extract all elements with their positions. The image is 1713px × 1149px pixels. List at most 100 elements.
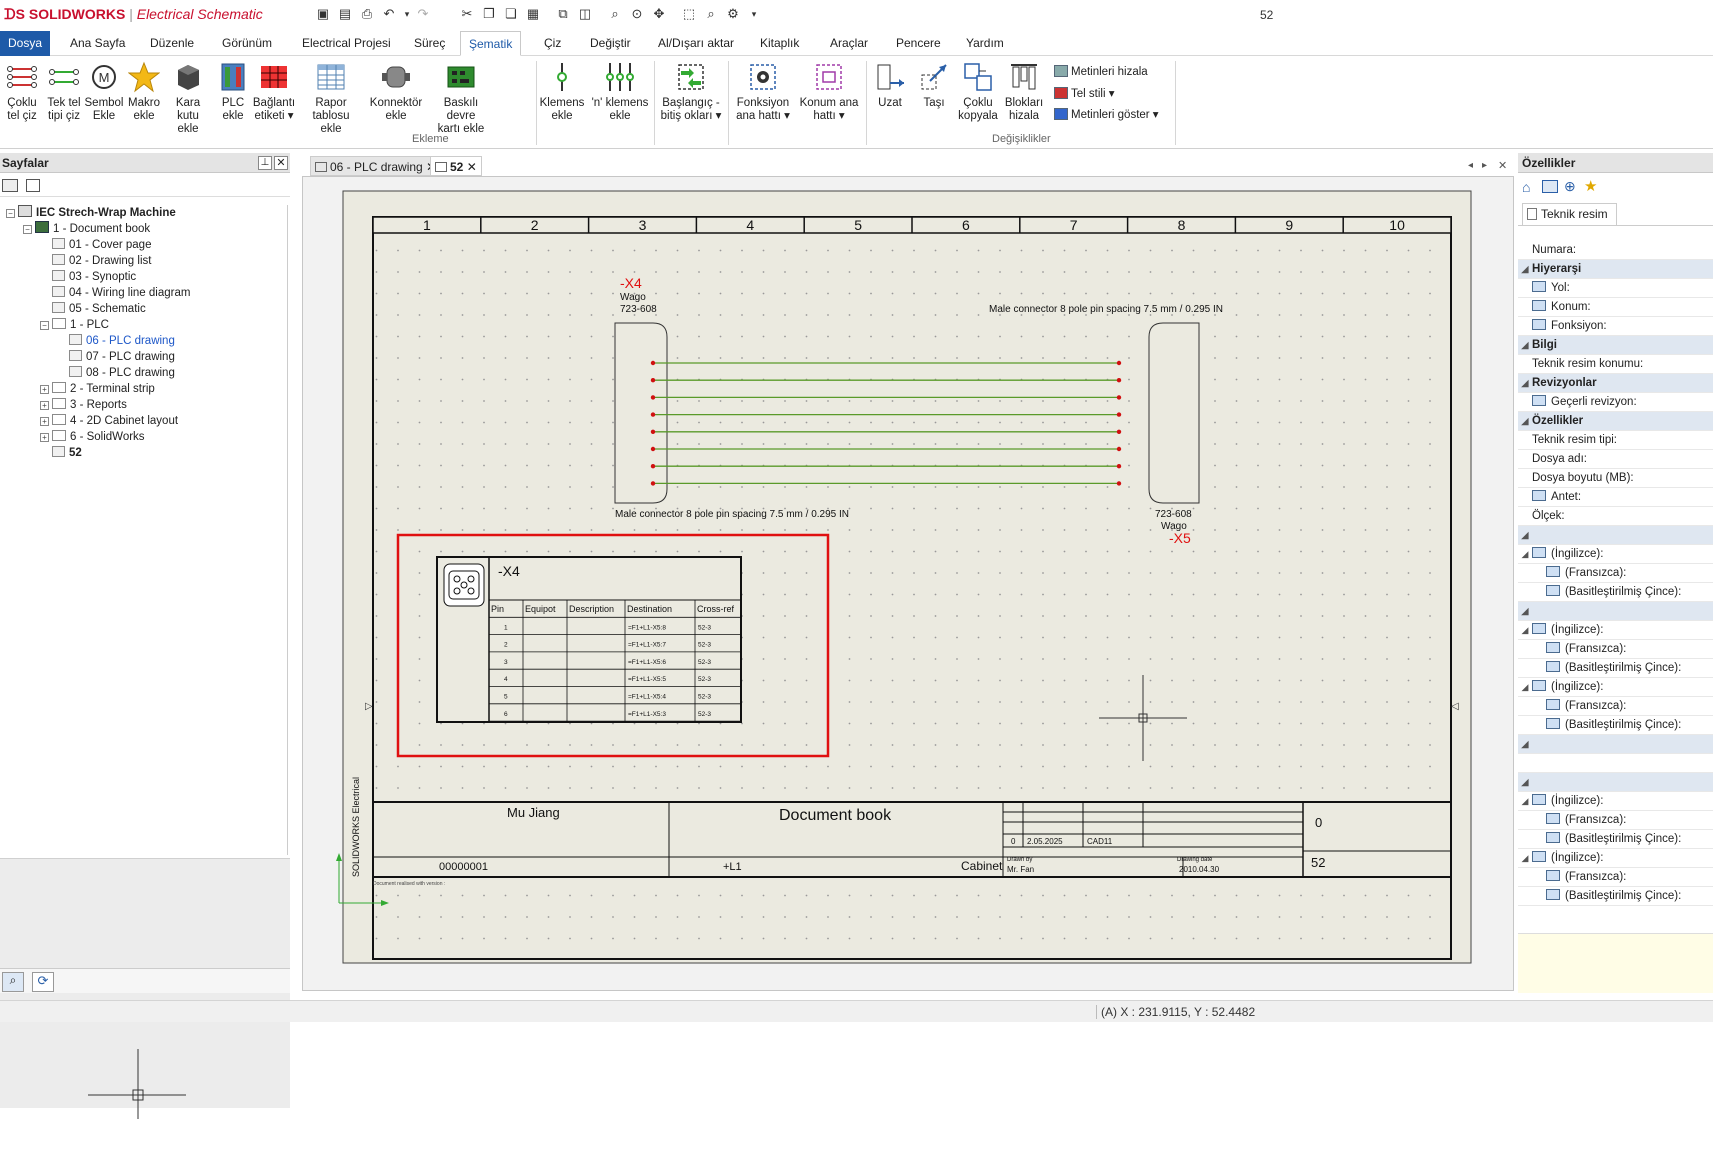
collapse-icon[interactable]: − <box>6 209 15 218</box>
collapse-arrow-icon[interactable]: ◢ <box>1518 526 1532 545</box>
menu-degistir[interactable]: Değiştir <box>582 31 639 56</box>
tree-item[interactable]: +6 - SolidWorks <box>40 429 145 445</box>
insert-connector-button[interactable]: Konnektör ekle <box>366 61 426 123</box>
connection-point[interactable] <box>1116 360 1122 366</box>
property-category[interactable]: ◢ Revizyonlar <box>1518 374 1713 393</box>
property-category[interactable]: ◢ <box>1518 773 1713 792</box>
collapse-arrow-icon[interactable]: ◢ <box>1518 602 1532 621</box>
connection-point[interactable] <box>1116 429 1122 434</box>
tab-scroll-left-icon[interactable]: ◂ <box>1464 156 1477 176</box>
tree-item[interactable]: 05 - Schematic <box>40 301 146 317</box>
properties-list-icon[interactable] <box>1542 180 1558 193</box>
settings-icon[interactable]: ⚙ <box>724 5 742 23</box>
property-row[interactable]: Antet: <box>1518 488 1713 507</box>
show-texts-button[interactable]: Metinleri göster ▾ <box>1054 107 1159 121</box>
insert-report-table-button[interactable]: Rapor tablosu ekle <box>296 61 366 136</box>
collapse-arrow-icon[interactable]: ◢ <box>1518 545 1532 564</box>
tree-item[interactable]: +4 - 2D Cabinet layout <box>40 413 178 429</box>
property-row[interactable]: ◢ (İngilizce): <box>1518 545 1713 564</box>
collapse-arrow-icon[interactable]: ◢ <box>1518 849 1532 868</box>
menu-duzenle[interactable]: Düzenle <box>142 31 202 56</box>
property-row[interactable]: Teknik resim konumu: <box>1518 355 1713 374</box>
connection-label-button[interactable]: Bağlantı etiketi ▾ <box>252 61 296 123</box>
property-row[interactable] <box>1518 754 1713 773</box>
menu-yardim[interactable]: Yardım <box>958 31 1012 56</box>
x5-tag[interactable]: -X5 <box>1169 530 1191 546</box>
collapse-icon[interactable]: − <box>40 321 49 330</box>
tree-item[interactable]: 04 - Wiring line diagram <box>40 285 190 301</box>
insert-pcb-button[interactable]: Baskılı devre kartı ekle <box>428 61 494 136</box>
property-row[interactable]: (Fransızca): <box>1518 868 1713 887</box>
property-row[interactable]: ◢ (İngilizce): <box>1518 678 1713 697</box>
property-row[interactable]: (Fransızca): <box>1518 564 1713 583</box>
expand-icon[interactable]: + <box>40 417 49 426</box>
collapse-arrow-icon[interactable]: ◢ <box>1518 678 1532 697</box>
menu-sematik[interactable]: Şematik <box>460 31 522 56</box>
align-texts-button[interactable]: Metinleri hizala <box>1054 65 1148 78</box>
search-icon[interactable]: ⌕ <box>702 5 720 23</box>
tree-item[interactable]: − 1 - PLC <box>40 317 109 333</box>
connection-point[interactable] <box>1116 378 1122 383</box>
x4-tag[interactable]: -X4 <box>620 275 642 291</box>
tree-item[interactable]: 08 - PLC drawing <box>57 365 175 381</box>
drawing-sheet[interactable]: 1 2 3 4 5 6 7 8 9 10 -X4 Wago 723-608 Male connec… <box>303 177 1513 990</box>
connector-table[interactable]: -X4 Pin Equipot Description Destination Cros… <box>436 556 742 723</box>
menu-ana-sayfa[interactable]: Ana Sayfa <box>62 31 133 56</box>
menu-ciz[interactable]: Çiz <box>536 31 569 56</box>
connection-point[interactable] <box>1116 446 1122 452</box>
property-row[interactable]: ◢ (İngilizce): <box>1518 621 1713 640</box>
connection-point[interactable] <box>650 360 656 366</box>
move-button[interactable]: Taşı <box>914 61 954 110</box>
property-row[interactable]: Teknik resim tipi: <box>1518 431 1713 450</box>
window-icon[interactable]: ◫ <box>576 5 594 23</box>
menu-surec[interactable]: Süreç <box>406 31 453 56</box>
connection-point[interactable] <box>650 378 656 383</box>
insert-n-terminals-button[interactable]: 'n' klemens ekle <box>588 61 652 123</box>
insert-terminal-button[interactable]: Klemens ekle <box>538 61 586 123</box>
property-row[interactable]: (Fransızca): <box>1518 811 1713 830</box>
home-icon[interactable]: ⌂ <box>1522 179 1530 195</box>
preview-toggle-icon[interactable]: ⌕ <box>2 972 24 992</box>
tree-item[interactable]: 06 - PLC drawing <box>57 333 175 349</box>
copy-icon[interactable]: ❐ <box>480 5 498 23</box>
collapse-arrow-icon[interactable]: ◢ <box>1518 374 1532 393</box>
tabs-close-icon[interactable]: ✕ <box>1494 156 1511 176</box>
origin-dest-arrows-button[interactable]: Başlangıç - bitiş okları ▾ <box>656 61 726 123</box>
property-category[interactable]: ◢ Bilgi <box>1518 336 1713 355</box>
property-category[interactable]: ◢ <box>1518 735 1713 754</box>
property-row[interactable]: ◢ (İngilizce): <box>1518 792 1713 811</box>
collapse-arrow-icon[interactable]: ◢ <box>1518 621 1532 640</box>
property-category[interactable]: ◢ Hiyerarşi <box>1518 260 1713 279</box>
function-outline-button[interactable]: Fonksiyon ana hattı ▾ <box>730 61 796 123</box>
property-row[interactable]: Konum: <box>1518 298 1713 317</box>
insert-plc-button[interactable]: PLC ekle <box>214 61 252 123</box>
tree-item[interactable]: − 1 - Document book <box>23 221 150 237</box>
pin-icon[interactable]: ⊥ <box>258 156 272 170</box>
location-outline-button[interactable]: Konum ana hattı ▾ <box>796 61 862 123</box>
menu-gorunum[interactable]: Görünüm <box>214 31 280 56</box>
property-row[interactable]: Dosya adı: <box>1518 450 1713 469</box>
menu-kitaplik[interactable]: Kitaplık <box>752 31 807 56</box>
undo-icon[interactable]: ↶ <box>380 5 398 23</box>
multi-wire-button[interactable]: Çoklu tel çiz <box>2 61 42 123</box>
drawing-canvas[interactable]: 1 2 3 4 5 6 7 8 9 10 -X4 Wago 723-608 Male connec… <box>302 176 1514 991</box>
align-blocks-button[interactable]: Blokları hizala <box>1002 61 1046 123</box>
connection-point[interactable] <box>1116 412 1122 417</box>
pan-icon[interactable]: ✥ <box>650 5 668 23</box>
property-category[interactable]: ◢ <box>1518 602 1713 621</box>
connection-point[interactable] <box>1116 395 1122 400</box>
redo-icon[interactable]: ↷ <box>414 5 432 23</box>
tree-item[interactable]: 52 <box>40 445 82 461</box>
property-row[interactable]: (Basitleştirilmiş Çince): <box>1518 659 1713 678</box>
copy-format-icon[interactable]: ❏ <box>502 5 520 23</box>
tree-item[interactable]: 03 - Synoptic <box>40 269 136 285</box>
close-icon[interactable]: ✕ <box>274 156 288 170</box>
connection-point[interactable] <box>650 464 656 469</box>
x5-connector-body[interactable] <box>1148 322 1200 504</box>
collapse-arrow-icon[interactable]: ◢ <box>1518 773 1532 792</box>
tree-item[interactable]: 01 - Cover page <box>40 237 151 253</box>
x4-connector-body[interactable] <box>614 322 668 504</box>
wire-style-button[interactable]: Tel stili ▾ <box>1054 86 1114 100</box>
property-row[interactable]: (Basitleştirilmiş Çince): <box>1518 716 1713 735</box>
tree-item[interactable]: +3 - Reports <box>40 397 127 413</box>
